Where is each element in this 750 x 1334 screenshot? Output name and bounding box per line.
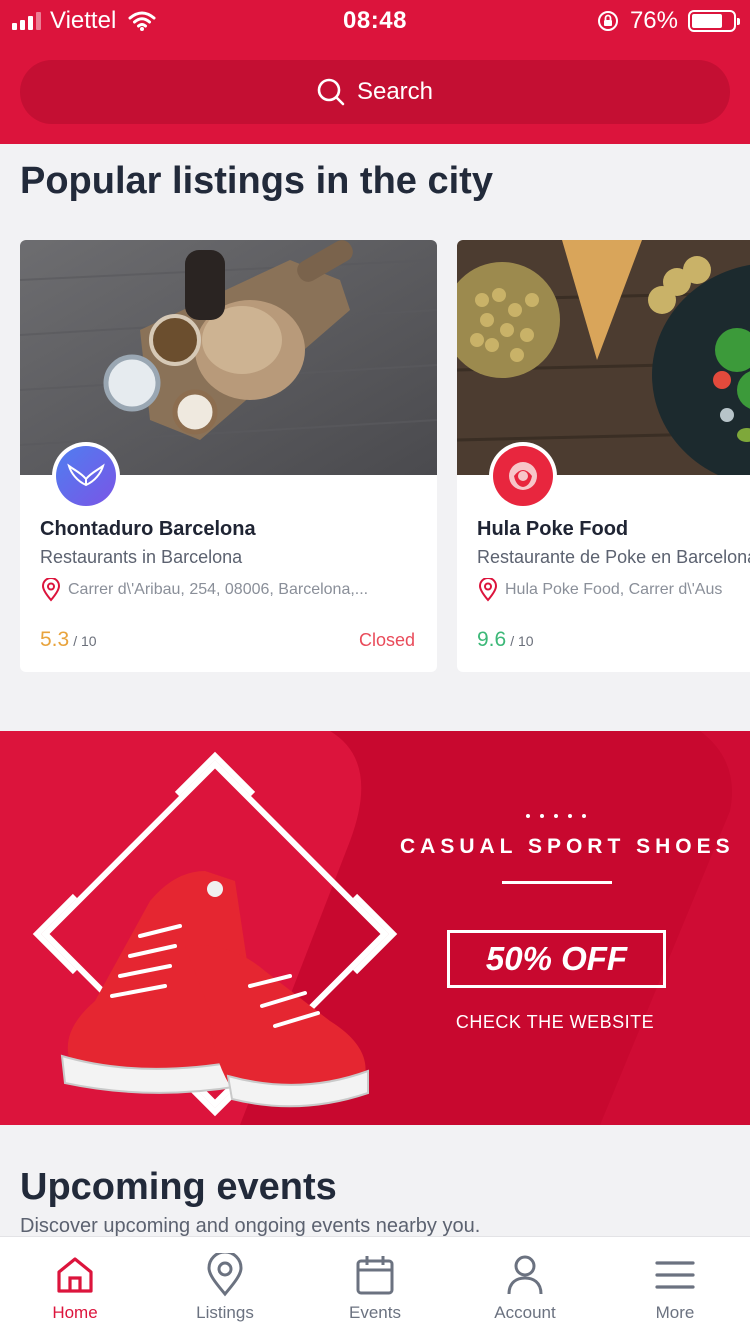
home-icon bbox=[57, 1257, 93, 1293]
promo-cta[interactable]: CHECK THE WEBSITE bbox=[400, 1012, 710, 1033]
listing-name[interactable]: Chontaduro Barcelona bbox=[40, 518, 256, 541]
tab-label: More bbox=[655, 1303, 695, 1322]
listing-rating: 5.3/ 10 bbox=[40, 628, 97, 651]
battery-percent: 76% bbox=[629, 7, 678, 34]
wings-icon bbox=[67, 463, 105, 487]
listing-logo bbox=[489, 442, 557, 510]
promo-divider bbox=[502, 881, 612, 884]
tab-more[interactable]: More bbox=[600, 1237, 750, 1334]
battery-icon bbox=[688, 10, 740, 32]
section-subtitle-events: Discover upcoming and ongoing events nea… bbox=[20, 1215, 481, 1237]
menu-icon bbox=[655, 1261, 695, 1289]
search-icon bbox=[317, 78, 345, 106]
listing-card[interactable]: Chontaduro Barcelona Restaurants in Barc… bbox=[20, 240, 437, 672]
promo-offer: 50% OFF bbox=[447, 930, 666, 988]
tab-home[interactable]: Home bbox=[0, 1237, 150, 1334]
listing-address: Carrer d\'Aribau, 254, 08006, Barcelona,… bbox=[40, 578, 425, 602]
user-icon bbox=[507, 1255, 543, 1295]
listing-logo bbox=[52, 442, 120, 510]
listing-name[interactable]: Hula Poke Food bbox=[477, 518, 628, 541]
promo-title: CASUAL SPORT SHOES bbox=[400, 835, 735, 858]
calendar-icon bbox=[356, 1256, 394, 1295]
listing-carousel[interactable]: Chontaduro Barcelona Restaurants in Barc… bbox=[20, 240, 750, 672]
poke-bowl-icon bbox=[509, 462, 537, 490]
tab-label: Home bbox=[52, 1303, 98, 1322]
status-badge: Closed bbox=[358, 630, 415, 650]
listing-category: Restaurants in Barcelona bbox=[40, 547, 243, 567]
tab-label: Listings bbox=[196, 1303, 254, 1322]
listing-image bbox=[20, 240, 437, 475]
app-header: Viettel 08:48 76% Search bbox=[0, 0, 750, 144]
promo-dots bbox=[526, 814, 586, 818]
map-pin-icon bbox=[207, 1253, 243, 1297]
tab-events[interactable]: Events bbox=[300, 1237, 450, 1334]
map-pin-icon bbox=[41, 578, 61, 602]
listing-address: Hula Poke Food, Carrer d\'Aus bbox=[477, 578, 750, 602]
rotation-lock-icon bbox=[597, 11, 618, 31]
promo-banner[interactable] bbox=[0, 731, 750, 1125]
listing-rating: 9.6/ 10 bbox=[477, 628, 534, 651]
tab-label: Events bbox=[349, 1303, 401, 1322]
status-bar: Viettel 08:48 76% bbox=[0, 0, 750, 42]
tab-account[interactable]: Account bbox=[450, 1237, 600, 1334]
search-bar[interactable]: Search bbox=[20, 60, 730, 124]
listing-image bbox=[457, 240, 750, 475]
listing-card[interactable]: Hula Poke Food Restaurante de Poke en Ba… bbox=[457, 240, 750, 672]
bottom-tab-bar: Home Listings Events Account More bbox=[0, 1236, 750, 1334]
listing-category: Restaurante de Poke en Barcelona bbox=[477, 547, 750, 567]
search-label: Search bbox=[356, 78, 434, 105]
map-pin-icon bbox=[478, 578, 498, 602]
tab-label: Account bbox=[494, 1303, 556, 1322]
section-title-events: Upcoming events bbox=[20, 1166, 337, 1208]
tab-listings[interactable]: Listings bbox=[150, 1237, 300, 1334]
section-title-popular: Popular listings in the city bbox=[20, 160, 493, 202]
